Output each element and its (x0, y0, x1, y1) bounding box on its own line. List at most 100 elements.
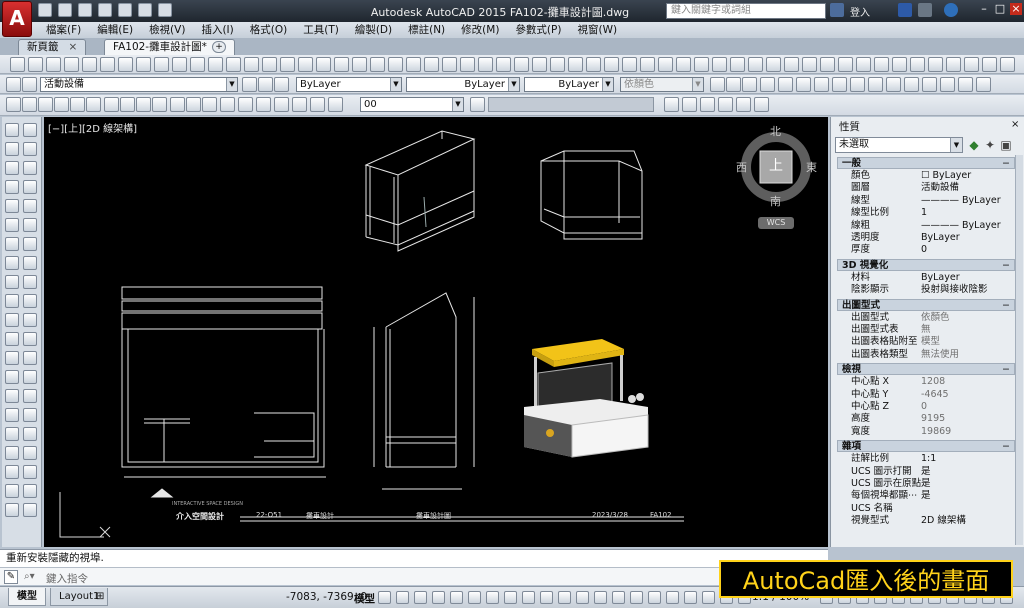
command-line[interactable]: ✎ ⌕▾ 鍵入指令 (0, 567, 828, 585)
dim-tool-button-13[interactable] (220, 97, 235, 112)
color-combo[interactable]: ByLayer ▼ (296, 77, 402, 92)
dim-tool-button-8[interactable] (136, 97, 151, 112)
layer-tool-button-14[interactable] (868, 77, 883, 92)
layer-tool-button-4[interactable] (274, 77, 289, 92)
login-link[interactable]: 登入 (850, 4, 870, 19)
status-toggle-13[interactable] (612, 591, 625, 604)
draw-tool-5[interactable] (5, 218, 19, 232)
exchange-icon[interactable] (898, 3, 912, 17)
draw-tool-3[interactable] (5, 180, 19, 194)
standard-tool-button-16[interactable] (298, 57, 313, 72)
standard-tool-button-23[interactable] (424, 57, 439, 72)
property-row[interactable]: 線型比例 1 (837, 207, 1015, 219)
modify-tool-12[interactable] (23, 351, 37, 365)
modify-tool-19[interactable] (23, 484, 37, 498)
modify-tool-7[interactable] (23, 256, 37, 270)
status-toggle-10[interactable] (558, 591, 571, 604)
standard-tool-button-1[interactable] (28, 57, 43, 72)
standard-tool-button-8[interactable] (154, 57, 169, 72)
layer-tool-button-18[interactable] (940, 77, 955, 92)
standard-tool-button-25[interactable] (460, 57, 475, 72)
menu-insert[interactable]: 插入(I) (193, 22, 241, 38)
draw-tool-1[interactable] (5, 142, 19, 156)
lineweight-combo[interactable]: ByLayer ▼ (524, 77, 614, 92)
standard-tool-button-35[interactable] (640, 57, 655, 72)
standard-tool-button-51[interactable] (928, 57, 943, 72)
pickadd-icon[interactable]: ▣ (999, 138, 1013, 152)
dim-tool-button-4[interactable] (70, 97, 85, 112)
layer-tool-button-11[interactable] (814, 77, 829, 92)
dim-tool-button-14[interactable] (238, 97, 253, 112)
layer-tool-button-9[interactable] (778, 77, 793, 92)
select-objects-icon[interactable]: ✦ (983, 138, 997, 152)
standard-tool-button-55[interactable] (1000, 57, 1015, 72)
collapse-icon[interactable]: − (1002, 364, 1010, 375)
layer-tool-button-19[interactable] (958, 77, 973, 92)
standard-tool-button-30[interactable] (550, 57, 565, 72)
property-row[interactable]: 顏色 ☐ ByLayer (837, 170, 1015, 182)
collapse-icon[interactable]: − (1002, 158, 1010, 169)
standard-tool-button-40[interactable] (730, 57, 745, 72)
standard-tool-button-10[interactable] (190, 57, 205, 72)
compass-north[interactable]: 北 (770, 123, 781, 139)
standard-tool-button-7[interactable] (136, 57, 151, 72)
menu-modify[interactable]: 修改(M) (453, 22, 507, 38)
draw-tool-7[interactable] (5, 256, 19, 270)
dim-tool-button-15[interactable] (256, 97, 271, 112)
standard-tool-button-11[interactable] (208, 57, 223, 72)
standard-tool-button-14[interactable] (262, 57, 277, 72)
property-row[interactable]: 中心點 Y -4645 (837, 389, 1015, 401)
dim-tool-button-16[interactable] (274, 97, 289, 112)
close-button[interactable]: × (1010, 3, 1022, 15)
dim-tool-button-5[interactable] (86, 97, 101, 112)
dim-tool-button-2[interactable] (38, 97, 53, 112)
layer-tool-button-1[interactable] (22, 77, 37, 92)
draw-tool-13[interactable] (5, 370, 19, 384)
status-toggle-1[interactable] (396, 591, 409, 604)
search-icon[interactable]: ⌕▾ (24, 571, 35, 582)
search-icon[interactable] (830, 3, 844, 17)
draw-tool-10[interactable] (5, 313, 19, 327)
modify-tool-3[interactable] (23, 180, 37, 194)
collapse-icon[interactable]: − (1002, 441, 1010, 452)
dim-tool-button-19[interactable] (328, 97, 343, 112)
property-row[interactable]: 中心點 Z 0 (837, 401, 1015, 413)
standard-tool-button-12[interactable] (226, 57, 241, 72)
status-toggle-2[interactable] (414, 591, 427, 604)
selection-combo[interactable]: 未選取 ▼ (835, 137, 963, 153)
properties-section[interactable]: 出圖型式 − (837, 298, 1015, 311)
compass-west[interactable]: 西 (736, 159, 747, 175)
draw-tool-0[interactable] (5, 123, 19, 137)
modify-tool-13[interactable] (23, 370, 37, 384)
property-row[interactable]: 高度 9195 (837, 413, 1015, 425)
standard-tool-button-43[interactable] (784, 57, 799, 72)
draw-tool-6[interactable] (5, 237, 19, 251)
layer-tool-button-2[interactable] (242, 77, 257, 92)
properties-section[interactable]: 3D 視覺化 − (837, 258, 1015, 271)
modify-tool-1[interactable] (23, 142, 37, 156)
standard-tool-button-19[interactable] (352, 57, 367, 72)
menu-dimension[interactable]: 標註(N) (400, 22, 453, 38)
property-row[interactable]: 線粗 ———— ByLayer (837, 220, 1015, 232)
modify-tool-20[interactable] (23, 503, 37, 517)
property-row[interactable]: 中心點 X 1208 (837, 376, 1015, 388)
dimstyle-combo[interactable]: 00 ▼ (360, 97, 464, 112)
new-icon[interactable] (38, 3, 52, 17)
help-icon[interactable] (944, 3, 958, 17)
collapse-icon[interactable]: − (1002, 300, 1010, 311)
property-row[interactable]: 視覺型式 2D 線架構 (837, 515, 1015, 527)
add-layout-icon[interactable]: ⊞ (96, 591, 104, 602)
dim-tool-button-6[interactable] (104, 97, 119, 112)
layer-tool-button-8[interactable] (760, 77, 775, 92)
dim-tool-button-23[interactable] (700, 97, 715, 112)
standard-tool-button-44[interactable] (802, 57, 817, 72)
viewcube-top-face[interactable]: 上 (768, 155, 784, 175)
account-icon[interactable] (918, 3, 932, 17)
open-icon[interactable] (58, 3, 72, 17)
dim-tool-button-0[interactable] (6, 97, 21, 112)
standard-tool-button-22[interactable] (406, 57, 421, 72)
modify-tool-18[interactable] (23, 465, 37, 479)
draw-tool-9[interactable] (5, 294, 19, 308)
standard-tool-button-37[interactable] (676, 57, 691, 72)
standard-tool-button-53[interactable] (964, 57, 979, 72)
